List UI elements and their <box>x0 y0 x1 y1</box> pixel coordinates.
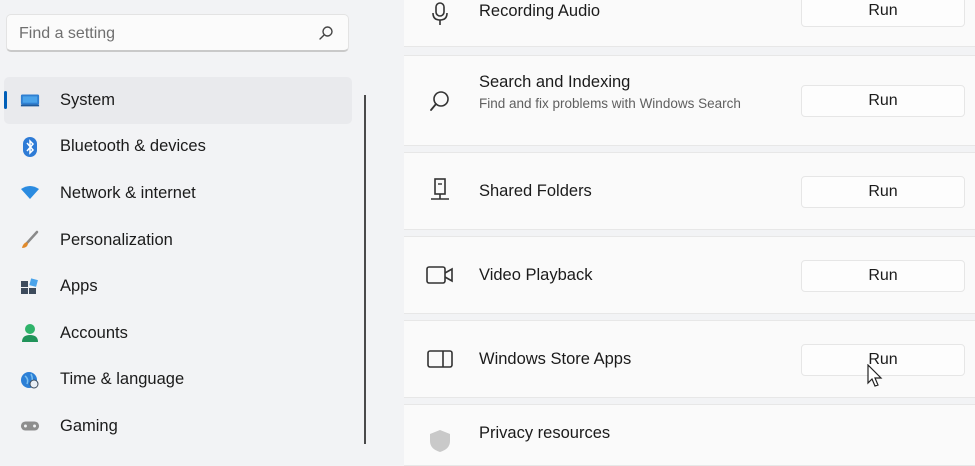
privacy-resources-card[interactable]: Privacy resources <box>404 404 975 466</box>
microphone-icon <box>426 0 454 28</box>
gamepad-icon <box>20 416 40 436</box>
run-button-video-playback[interactable]: Run <box>801 260 965 292</box>
run-button-shared-folders[interactable]: Run <box>801 176 965 208</box>
run-button-search-indexing[interactable]: Run <box>801 85 965 117</box>
sidebar-nav: System Bluetooth & devices Network & int… <box>0 77 352 450</box>
sidebar-item-network-internet[interactable]: Network & internet <box>4 170 352 217</box>
settings-sidebar: System Bluetooth & devices Network & int… <box>0 0 365 444</box>
sidebar-item-system[interactable]: System <box>4 77 352 124</box>
search-icon[interactable] <box>318 25 334 41</box>
sidebar-item-label: Gaming <box>60 416 118 435</box>
sidebar-item-label: Bluetooth & devices <box>60 137 206 156</box>
paintbrush-icon <box>20 230 40 250</box>
apps-icon <box>20 277 40 297</box>
wifi-icon <box>20 183 40 203</box>
run-button-windows-store-apps[interactable]: Run <box>801 344 965 376</box>
sidebar-item-label: Time & language <box>60 370 185 389</box>
troubleshooter-card-search-indexing: Search and Indexing Find and fix problem… <box>404 55 975 146</box>
troubleshooter-title: Recording Audio <box>479 2 601 20</box>
troubleshooter-card-windows-store-apps: Windows Store Apps Run <box>404 320 975 398</box>
troubleshooter-title: Windows Store Apps <box>479 350 632 368</box>
mouse-pointer-icon <box>867 364 883 387</box>
troubleshooter-card-recording-audio: Recording Audio Run <box>404 0 975 47</box>
troubleshooter-card-video-playback: Video Playback Run <box>404 236 975 314</box>
globe-clock-icon <box>20 370 40 390</box>
bluetooth-icon <box>20 136 40 157</box>
troubleshooter-title: Video Playback <box>479 266 593 284</box>
sidebar-scrollbar[interactable] <box>364 95 366 444</box>
active-indicator <box>4 91 7 109</box>
search-input[interactable] <box>17 15 311 52</box>
search-icon <box>426 87 454 115</box>
shield-icon <box>426 427 454 455</box>
sidebar-item-label: System <box>60 90 116 109</box>
run-button-recording-audio[interactable]: Run <box>801 0 965 27</box>
troubleshooter-title: Shared Folders <box>479 182 592 200</box>
shared-folder-icon <box>426 177 454 205</box>
system-monitor-icon <box>20 90 40 110</box>
troubleshooter-card-shared-folders: Shared Folders Run <box>404 152 975 230</box>
sidebar-item-accounts[interactable]: Accounts <box>4 310 352 357</box>
troubleshooters-list: Recording Audio Run Search and Indexing … <box>404 0 975 466</box>
sidebar-item-personalization[interactable]: Personalization <box>4 217 352 264</box>
sidebar-item-bluetooth-devices[interactable]: Bluetooth & devices <box>4 124 352 171</box>
sidebar-item-label: Apps <box>60 277 98 296</box>
store-app-icon <box>426 345 454 373</box>
sidebar-item-gaming[interactable]: Gaming <box>4 403 352 450</box>
person-icon <box>20 323 40 343</box>
find-setting-search-box[interactable] <box>6 14 349 52</box>
troubleshooter-title: Search and Indexing <box>479 73 631 91</box>
sidebar-item-label: Network & internet <box>60 183 196 202</box>
sidebar-item-label: Personalization <box>60 230 173 249</box>
sidebar-item-time-language[interactable]: Time & language <box>4 357 352 404</box>
sidebar-item-label: Accounts <box>60 323 128 342</box>
troubleshooter-description: Find and fix problems with Windows Searc… <box>479 96 741 111</box>
privacy-resources-title: Privacy resources <box>479 424 611 442</box>
sidebar-item-apps[interactable]: Apps <box>4 263 352 310</box>
video-camera-icon <box>426 261 454 289</box>
